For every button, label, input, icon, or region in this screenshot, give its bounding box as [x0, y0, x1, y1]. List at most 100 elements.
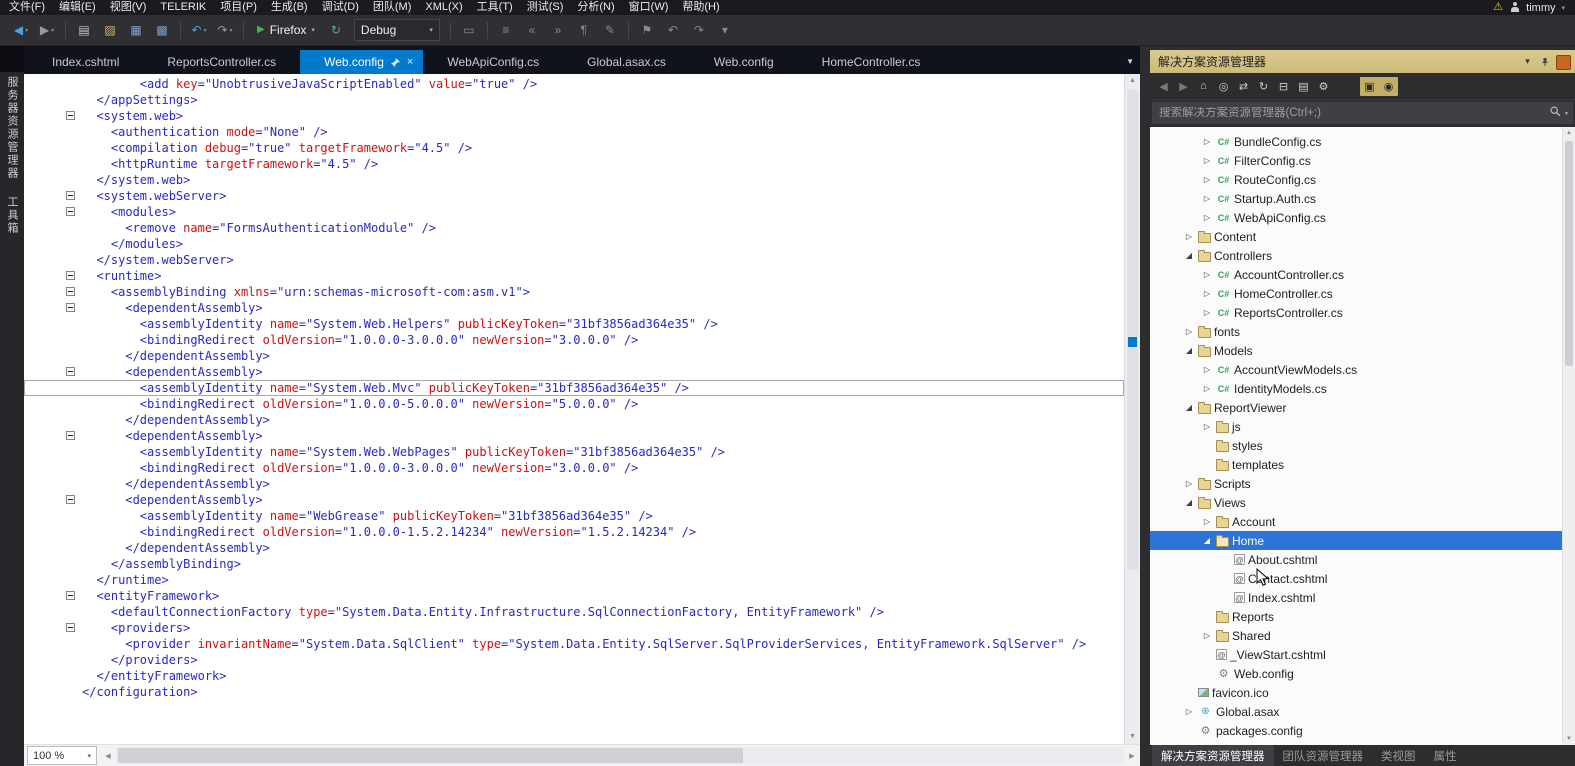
chevron-right-icon[interactable]: ▷ — [1199, 175, 1215, 184]
code-line[interactable]: </system.webServer> — [24, 252, 1124, 268]
tree-item-reports[interactable]: Reports — [1150, 607, 1575, 626]
chevron-right-icon[interactable]: ▷ — [1199, 156, 1215, 165]
toolbar-options-button[interactable]: ▾ — [712, 19, 738, 41]
code-line[interactable]: <compilation debug="true" targetFramewor… — [24, 140, 1124, 156]
chevron-expanded-icon[interactable]: ◢ — [1181, 403, 1197, 412]
menu-item[interactable]: 分析(N) — [570, 0, 621, 15]
navigate-forward-button[interactable]: ▶ ▾ — [34, 19, 60, 41]
code-line[interactable]: <assemblyBinding xmlns="urn:schemas-micr… — [24, 284, 1124, 300]
menu-item[interactable]: 帮助(H) — [675, 0, 726, 15]
tree-item-contact-cshtml[interactable]: @ Contact.cshtml — [1150, 569, 1575, 588]
tree-item-account[interactable]: ▷ Account — [1150, 512, 1575, 531]
code-line[interactable]: <system.web> — [24, 108, 1124, 124]
menu-item[interactable]: 团队(M) — [366, 0, 419, 15]
uncomment-button[interactable]: ✎ — [597, 19, 623, 41]
panel-divider[interactable] — [1140, 46, 1150, 766]
forward-icon[interactable]: ▶ — [1174, 77, 1193, 96]
tree-item-packages-config[interactable]: ⚙ packages.config — [1150, 721, 1575, 740]
search-icon[interactable] — [1550, 104, 1561, 122]
bookmark-button[interactable]: ⚑ — [634, 19, 660, 41]
tree-item-about-cshtml[interactable]: @ About.cshtml — [1150, 550, 1575, 569]
code-line[interactable]: </dependentAssembly> — [24, 540, 1124, 556]
notification-icon[interactable] — [1556, 55, 1571, 70]
tree-item-fonts[interactable]: ▷ fonts — [1150, 322, 1575, 341]
tree-item-js[interactable]: ▷ js — [1150, 417, 1575, 436]
tab-reportscontroller-cs[interactable]: ReportsController.cs — [143, 50, 300, 74]
chevron-right-icon[interactable]: ▷ — [1199, 270, 1215, 279]
chevron-right-icon[interactable]: ▷ — [1199, 289, 1215, 298]
decrease-indent-button[interactable]: « — [519, 19, 545, 41]
code-line[interactable]: </dependentAssembly> — [24, 412, 1124, 428]
code-line[interactable]: </providers> — [24, 652, 1124, 668]
solution-configuration-select[interactable]: Debug ▾ — [353, 19, 440, 41]
tool-window-tab[interactable]: 团队资源管理器 — [1274, 745, 1373, 766]
tab-web-config[interactable]: Web.config × — [300, 50, 424, 74]
xml-schemas-button[interactable]: ▭ — [456, 19, 482, 41]
refresh-icon[interactable]: ↻ — [1254, 77, 1273, 96]
editor-vertical-scrollbar[interactable]: ▲ ▼ — [1124, 74, 1140, 744]
code-line[interactable]: <remove name="FormsAuthenticationModule"… — [24, 220, 1124, 236]
chevron-right-icon[interactable]: ▷ — [1199, 517, 1215, 526]
code-area[interactable]: <add key="UnobtrusiveJavaScriptEnabled" … — [24, 74, 1124, 744]
menu-item[interactable]: 调试(D) — [315, 0, 366, 15]
home-icon[interactable]: ⌂ — [1194, 77, 1213, 96]
tree-item-scripts[interactable]: ▷ Scripts — [1150, 474, 1575, 493]
fold-toggle-icon[interactable] — [66, 287, 75, 296]
scroll-up-arrow[interactable]: ▲ — [1563, 127, 1575, 139]
tree-item-webapiconfig-cs[interactable]: ▷ C# WebApiConfig.cs — [1150, 208, 1575, 227]
tree-item-global-asax[interactable]: ▷ ⊕ Global.asax — [1150, 702, 1575, 721]
horizontal-scrollbar-thumb[interactable] — [118, 748, 743, 763]
increase-indent-button[interactable]: » — [545, 19, 571, 41]
chevron-right-icon[interactable]: ▷ — [1199, 384, 1215, 393]
code-line[interactable]: <assemblyIdentity name="System.Web.WebPa… — [24, 444, 1124, 460]
tree-item-routeconfig-cs[interactable]: ▷ C# RouteConfig.cs — [1150, 170, 1575, 189]
chevron-right-icon[interactable]: ▷ — [1181, 232, 1197, 241]
tree-scrollbar-thumb[interactable] — [1565, 141, 1573, 366]
code-line[interactable]: <assemblyIdentity name="System.Web.Mvc" … — [24, 380, 1124, 396]
code-line[interactable]: <bindingRedirect oldVersion="1.0.0.0-1.5… — [24, 524, 1124, 540]
code-line[interactable]: <entityFramework> — [24, 588, 1124, 604]
chevron-right-icon[interactable]: ▷ — [1181, 479, 1197, 488]
back-icon[interactable]: ◀ — [1154, 77, 1173, 96]
code-line[interactable]: </dependentAssembly> — [24, 348, 1124, 364]
tab-homecontroller-cs[interactable]: HomeController.cs — [798, 50, 945, 74]
tree-item-filterconfig-cs[interactable]: ▷ C# FilterConfig.cs — [1150, 151, 1575, 170]
fold-toggle-icon[interactable] — [66, 495, 75, 504]
fold-toggle-icon[interactable] — [66, 111, 75, 120]
next-bookmark-button[interactable]: ↷ — [686, 19, 712, 41]
tree-item-controllers[interactable]: ◢ Controllers — [1150, 246, 1575, 265]
code-line[interactable]: </runtime> — [24, 572, 1124, 588]
tab-global-asax-cs[interactable]: Global.asax.cs — [563, 50, 690, 74]
fold-toggle-icon[interactable] — [66, 623, 75, 632]
scroll-up-arrow[interactable]: ▲ — [1125, 74, 1140, 88]
code-line[interactable]: <runtime> — [24, 268, 1124, 284]
code-line[interactable]: <assemblyIdentity name="WebGrease" publi… — [24, 508, 1124, 524]
code-line[interactable]: </appSettings> — [24, 92, 1124, 108]
redo-button[interactable]: ↷ ▾ — [212, 19, 238, 41]
scroll-left-arrow[interactable]: ◀ — [100, 745, 116, 766]
tool-window-tab[interactable]: 类视图 — [1372, 745, 1425, 766]
chevron-expanded-icon[interactable]: ◢ — [1199, 536, 1215, 545]
tab-index-cshtml[interactable]: Index.cshtml — [28, 50, 143, 74]
chevron-right-icon[interactable]: ▷ — [1199, 194, 1215, 203]
editor-horizontal-scrollbar[interactable] — [116, 747, 1124, 764]
undo-button[interactable]: ↶ ▾ — [186, 19, 212, 41]
fold-toggle-icon[interactable] — [66, 271, 75, 280]
server-explorer-vertical-tab[interactable]: 服务器资源管理器 — [4, 76, 20, 180]
fold-toggle-icon[interactable] — [66, 431, 75, 440]
code-line[interactable]: <defaultConnectionFactory type="System.D… — [24, 604, 1124, 620]
tree-item-content[interactable]: ▷ Content — [1150, 227, 1575, 246]
scroll-down-arrow[interactable]: ▼ — [1125, 730, 1140, 744]
code-line[interactable]: <system.webServer> — [24, 188, 1124, 204]
window-position-chevron-icon[interactable]: ▾ — [1519, 56, 1536, 67]
chevron-right-icon[interactable]: ▷ — [1199, 631, 1215, 640]
tree-item-identitymodels-cs[interactable]: ▷ C# IdentityModels.cs — [1150, 379, 1575, 398]
tab-web-config[interactable]: Web.config — [690, 50, 798, 74]
prev-bookmark-button[interactable]: ↶ — [660, 19, 686, 41]
new-file-button[interactable]: ▤ — [71, 19, 97, 41]
scroll-right-arrow[interactable]: ▶ — [1124, 745, 1140, 766]
solution-explorer-title-bar[interactable]: 解决方案资源管理器 ▾ × — [1150, 50, 1575, 73]
save-button[interactable]: ▦ — [123, 19, 149, 41]
chevron-expanded-icon[interactable]: ◢ — [1181, 498, 1197, 507]
code-line[interactable]: <authentication mode="None" /> — [24, 124, 1124, 140]
